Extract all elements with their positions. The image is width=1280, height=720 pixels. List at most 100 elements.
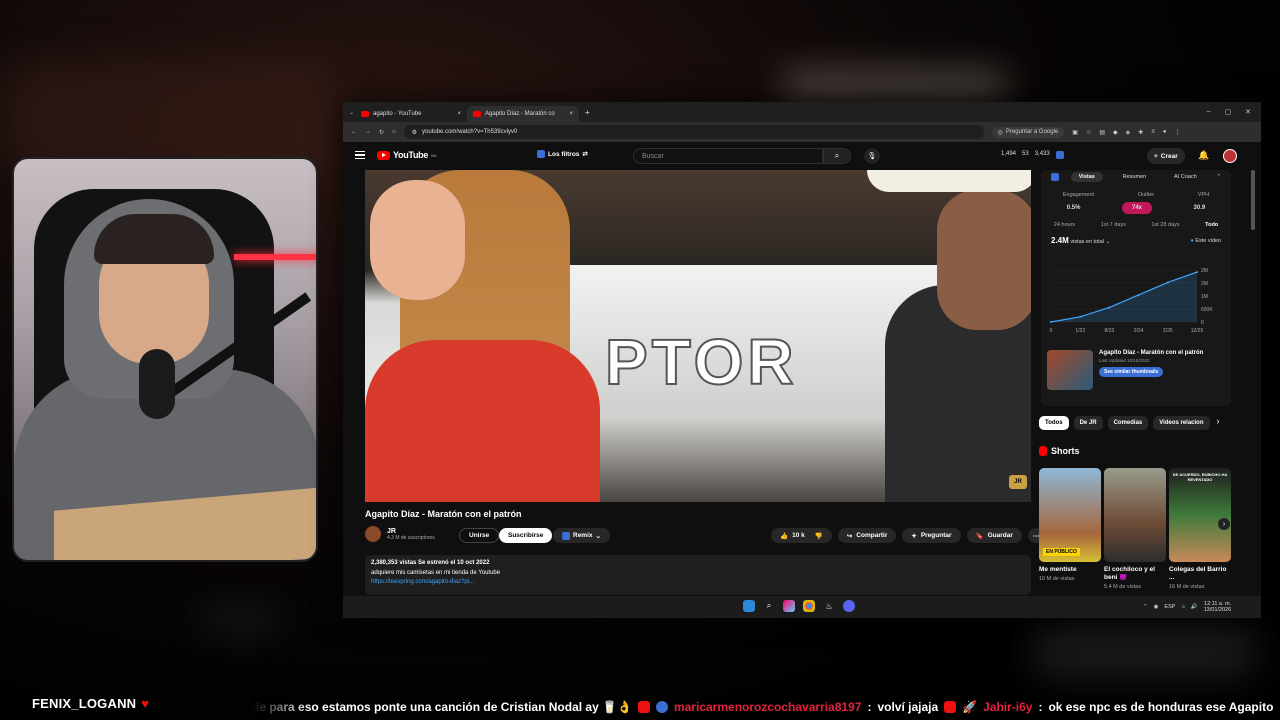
thumbs-down-icon[interactable]: 👎	[815, 532, 823, 540]
join-button[interactable]: Unirse	[459, 528, 500, 543]
voice-search-button[interactable]: 🎙	[864, 148, 880, 164]
extension-icon[interactable]: ≡	[1151, 129, 1155, 135]
period-option-selected[interactable]: Todo	[1205, 222, 1218, 228]
reload-icon[interactable]: ↻	[379, 129, 384, 136]
notifications-bell-icon[interactable]: 🔔	[1198, 150, 1209, 161]
y-tick-label: 0	[1201, 320, 1204, 326]
account-avatar[interactable]	[1223, 149, 1237, 163]
new-tab-icon[interactable]: +	[585, 108, 590, 117]
description-link[interactable]: https://teespring.com/agapito-diaz?pi...	[371, 578, 1025, 588]
back-icon[interactable]: ←	[351, 129, 357, 135]
channel-name[interactable]: JR	[387, 528, 435, 535]
chip-de-jr[interactable]: De JR	[1073, 416, 1103, 430]
period-option[interactable]: 1st 7 days	[1101, 222, 1126, 228]
extension-icon[interactable]: ◈	[1126, 129, 1131, 136]
video-player[interactable]: PTOR JR	[365, 170, 1031, 502]
save-button[interactable]: 🔖 Guardar	[966, 528, 1022, 543]
close-tab-icon[interactable]: ×	[569, 111, 573, 117]
video-actions: 👍 10 k 👎 ↪ Compartir ✦ Preguntar 🔖 Guard…	[771, 528, 1045, 543]
chrome-icon[interactable]	[803, 600, 815, 612]
star-icon[interactable]: ☆	[1086, 129, 1091, 136]
url-field[interactable]: ⚙ youtube.com/watch?v=Th539cvlyv0	[403, 125, 984, 139]
extension-icon[interactable]: ◆	[1113, 129, 1118, 136]
tab-resumen[interactable]: Resumen	[1115, 172, 1155, 182]
youtube-favicon-icon	[361, 111, 369, 117]
home-icon[interactable]: ⌂	[392, 129, 396, 135]
create-button[interactable]: + Crear	[1147, 148, 1185, 164]
close-tab-icon[interactable]: ×	[457, 111, 461, 117]
save-label: Guardar	[987, 532, 1013, 539]
shorts-next-icon[interactable]: ›	[1218, 518, 1230, 530]
chip-comedias[interactable]: Comedias	[1107, 416, 1149, 430]
video-thumbnail[interactable]	[1047, 350, 1093, 390]
microphone	[139, 349, 175, 419]
language-indicator[interactable]: ESP	[1164, 604, 1175, 610]
subscriber-count: 4.3 M de suscriptores	[387, 534, 435, 541]
short-card[interactable]: El cochiloco y el beni 😈 5.4 M de vistas	[1104, 468, 1166, 590]
search-input[interactable]: Buscar	[633, 148, 823, 164]
forward-icon[interactable]: →	[365, 129, 371, 135]
tab-vistas[interactable]: Vistas	[1070, 172, 1103, 182]
filters-label: Los filtros	[548, 150, 580, 158]
steam-icon[interactable]: ♨	[823, 600, 835, 612]
period-option[interactable]: 1st 28 days	[1151, 222, 1179, 228]
total-views-label[interactable]: vistas en total	[1070, 239, 1104, 245]
tray-overflow-icon[interactable]: ⌃	[1143, 604, 1148, 610]
data-point	[1196, 271, 1198, 274]
taskbar-apps: ⌕ ♨	[743, 600, 855, 612]
extension-icon[interactable]: ▣	[1072, 129, 1078, 136]
scrollbar[interactable]	[1251, 170, 1255, 230]
sliders-icon: ⇄	[582, 151, 588, 158]
youtube-logo[interactable]: YouTube MX	[377, 150, 437, 160]
similar-thumbnails-button[interactable]: See similar thumbnails	[1099, 367, 1164, 377]
chevron-up-icon[interactable]: ⌃	[1216, 174, 1221, 180]
browser-tab-active[interactable]: Agapito Díaz - Maratón co ×	[467, 106, 579, 122]
search-icon[interactable]: ⌕	[763, 600, 775, 612]
filters-button[interactable]: Los filtros ⇄	[537, 150, 588, 158]
total-views: 2.4M	[1051, 236, 1069, 245]
share-button[interactable]: ↪ Compartir	[837, 528, 897, 543]
channel-avatar[interactable]	[365, 526, 381, 542]
profile-icon[interactable]: ●	[1163, 129, 1167, 135]
chevron-right-icon[interactable]: ›	[1217, 416, 1220, 430]
discord-icon[interactable]	[843, 600, 855, 612]
minimize-icon[interactable]: –	[1207, 108, 1211, 116]
browser-tab[interactable]: agapito - YouTube ×	[355, 106, 467, 122]
site-info-icon[interactable]: ⚙	[412, 129, 417, 136]
short-card[interactable]: EN PÚBLICO Me mentiste 10 M de vistas	[1039, 468, 1101, 590]
kebab-menu-icon[interactable]: ⋮	[1174, 129, 1180, 136]
ask-google-button[interactable]: ◎ Preguntar a Google	[991, 126, 1065, 138]
extension-icon[interactable]: ▤	[1099, 129, 1105, 136]
shorts-title: Shorts	[1051, 446, 1080, 456]
subscribe-button[interactable]: Suscribirse	[499, 528, 553, 543]
copilot-icon[interactable]	[783, 600, 795, 612]
clock[interactable]: 12:11 a. m. 13/01/2026	[1204, 601, 1232, 613]
chip-todos[interactable]: Todos	[1039, 416, 1069, 430]
hamburger-menu-icon[interactable]	[355, 151, 365, 159]
remix-button[interactable]: Remix ⌄	[553, 528, 610, 543]
legend-label: Este video	[1195, 237, 1221, 244]
network-icon[interactable]: ⌂	[1181, 604, 1184, 610]
chip-videos-relacionados[interactable]: Videos relacion	[1153, 416, 1210, 430]
windows-start-icon[interactable]	[743, 600, 755, 612]
video-description[interactable]: 2,380,353 vistas Se estrenó el 10 oct 20…	[365, 555, 1031, 595]
volume-icon[interactable]: 🔊	[1191, 604, 1198, 610]
like-button[interactable]: 👍 10 k 👎	[771, 528, 832, 543]
extension-icon[interactable]	[1055, 151, 1064, 159]
heart-icon: ♥	[141, 696, 150, 711]
maximize-icon[interactable]: ▢	[1225, 108, 1232, 116]
outlier-value: 74x	[1121, 202, 1152, 214]
tray-icon[interactable]: ◉	[1154, 604, 1159, 610]
ask-button[interactable]: ✦ Preguntar	[902, 528, 961, 543]
x-tick-label: 1/23	[1075, 328, 1085, 334]
close-window-icon[interactable]: ✕	[1245, 108, 1251, 116]
x-tick-label: 8/23	[1105, 328, 1115, 334]
period-option[interactable]: 24 hours	[1054, 222, 1075, 228]
search-button[interactable]: ⌕	[823, 148, 851, 164]
mic-icon: 🎙	[867, 153, 877, 160]
create-label: Crear	[1160, 152, 1178, 160]
related-chips: Todos De JR Comedias Videos relacion ›	[1039, 416, 1220, 430]
puzzle-icon[interactable]: ✚	[1138, 129, 1143, 136]
man-face	[937, 190, 1031, 330]
tab-ai-coach[interactable]: AI Coach	[1166, 172, 1205, 182]
